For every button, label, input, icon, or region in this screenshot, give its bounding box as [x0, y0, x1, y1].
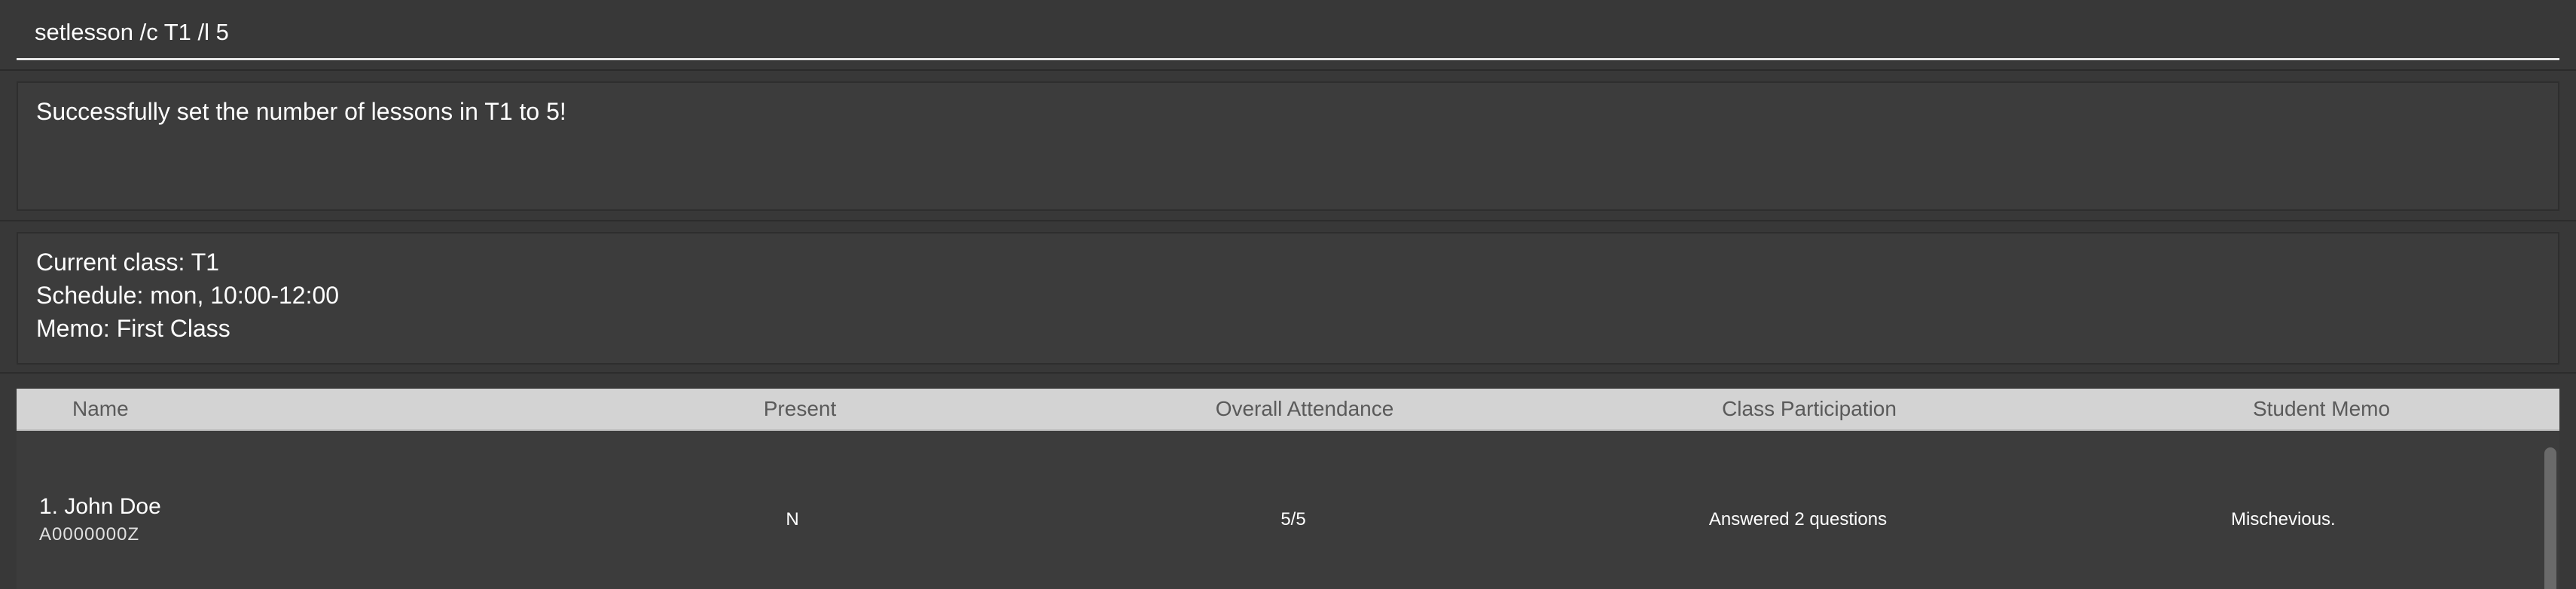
student-table-pane: Name Present Overall Attendance Class Pa… [0, 374, 2576, 589]
student-memo-cell: Mischevious. [2231, 509, 2336, 529]
class-info-box: Current class: T1 Schedule: mon, 10:00-1… [17, 232, 2559, 365]
current-class-label: Current class: T1 [36, 249, 220, 276]
overall-attendance-cell: 5/5 [1280, 509, 1306, 529]
column-header-name[interactable]: Name [72, 389, 129, 429]
table-row[interactable]: 1. John Doe A0000000Z N 5/5 Answered 2 q… [17, 431, 2529, 589]
column-header-student-memo[interactable]: Student Memo [2171, 389, 2472, 429]
class-participation-cell: Answered 2 questions [1708, 509, 1888, 529]
table-scrollbar[interactable] [2529, 431, 2559, 589]
student-id: A0000000Z [39, 524, 140, 545]
command-pane [0, 0, 2576, 71]
class-info-pane: Current class: T1 Schedule: mon, 10:00-1… [0, 221, 2576, 372]
result-display: Successfully set the number of lessons i… [17, 81, 2559, 211]
column-header-present[interactable]: Present [747, 389, 853, 429]
command-input[interactable] [17, 6, 2559, 60]
present-cell: N [786, 509, 799, 529]
scrollbar-thumb[interactable] [2544, 447, 2556, 589]
result-message: Successfully set the number of lessons i… [36, 98, 566, 125]
schedule-label: Schedule: mon, 10:00-12:00 [36, 282, 340, 309]
student-table: Name Present Overall Attendance Class Pa… [17, 389, 2559, 589]
column-header-class-participation[interactable]: Class Participation [1659, 389, 1960, 429]
student-name: 1. John Doe [39, 494, 161, 519]
table-header: Name Present Overall Attendance Class Pa… [17, 389, 2559, 431]
class-memo-label: Memo: First Class [36, 315, 230, 342]
result-pane: Successfully set the number of lessons i… [0, 71, 2576, 220]
app-window: Successfully set the number of lessons i… [0, 0, 2576, 589]
column-header-overall-attendance[interactable]: Overall Attendance [1154, 389, 1455, 429]
